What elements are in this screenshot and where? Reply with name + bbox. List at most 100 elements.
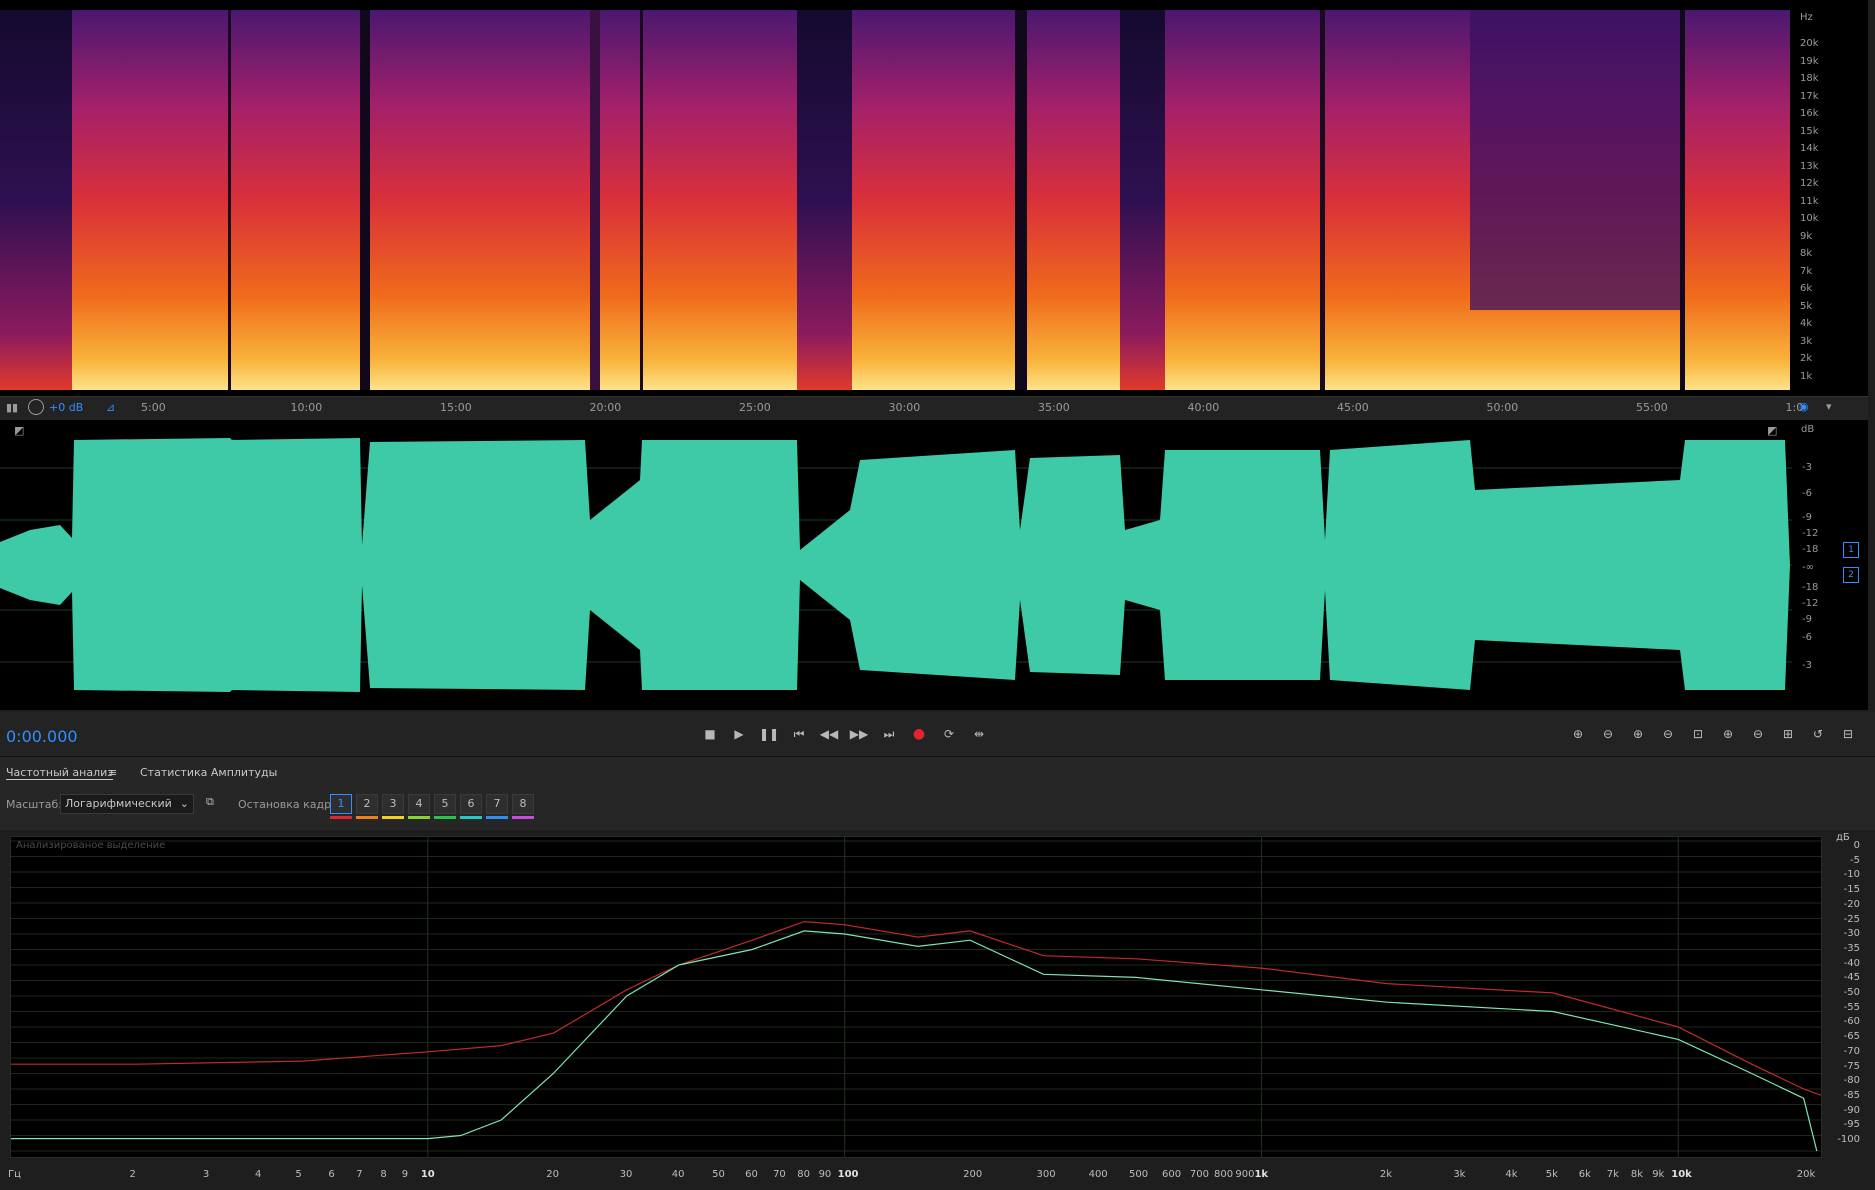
- go-to-end-icon[interactable]: ⏭: [879, 724, 899, 744]
- freq-db-label: -5: [1850, 854, 1860, 866]
- freq-db-label: -10: [1843, 869, 1860, 881]
- ruler-tick: 40:00: [1187, 401, 1220, 414]
- gain-value[interactable]: +0 dB: [49, 401, 83, 414]
- frame-hold-button[interactable]: 8: [512, 794, 534, 814]
- hz-label: 12k: [1800, 178, 1819, 189]
- stop-icon[interactable]: ■: [700, 724, 720, 744]
- freq-axis-label: 40: [671, 1169, 685, 1180]
- resize-corner-right-icon[interactable]: ◩: [1767, 424, 1777, 437]
- tab-menu-icon[interactable]: ≡: [108, 766, 117, 779]
- waveform-db-label: -9: [1802, 512, 1812, 523]
- headphone-icon[interactable]: ◉: [1799, 400, 1809, 413]
- hz-label: 14k: [1800, 143, 1819, 154]
- freq-axis-label: 100: [837, 1169, 859, 1180]
- freq-axis-label: 10: [420, 1169, 435, 1180]
- hz-label: 17k: [1800, 90, 1819, 102]
- zoom-in-time-icon[interactable]: ⊕: [1628, 724, 1648, 744]
- time-ruler[interactable]: ▮▮ +0 dB ⊿ 5:00 10:00 15:00 20:00 25:00 30:00…: [0, 396, 1868, 421]
- freq-axis-label: 30: [619, 1169, 633, 1180]
- level-meter-icon[interactable]: ▮▮: [6, 401, 18, 414]
- hz-label: 9k: [1800, 230, 1813, 242]
- zoom-full-icon[interactable]: ⊡: [1688, 724, 1708, 744]
- frame-hold-button[interactable]: 7: [486, 794, 508, 814]
- timecode-display[interactable]: 0:00.000: [6, 727, 78, 746]
- zoom-in-amplitude-icon[interactable]: ⊕: [1568, 724, 1588, 744]
- skip-selection-icon[interactable]: ⇹: [969, 724, 989, 744]
- hz-label: 10k: [1800, 213, 1819, 224]
- freq-axis-label: 4: [254, 1169, 262, 1180]
- tab-amplitude-statistics[interactable]: Статистика Амплитуды: [140, 766, 277, 779]
- resize-corner-icon[interactable]: ◩: [14, 424, 24, 437]
- freq-db-label: -100: [1837, 1134, 1860, 1145]
- frame-hold-button[interactable]: 2: [356, 794, 378, 814]
- go-to-start-icon[interactable]: ⏮: [789, 724, 809, 744]
- waveform-db-label: -12: [1802, 528, 1819, 539]
- zoom-tracks-icon[interactable]: ⊟: [1838, 724, 1858, 744]
- freq-axis-label: 6: [328, 1169, 335, 1180]
- ruler-tick: 15:00: [440, 401, 472, 414]
- zoom-out-amplitude-icon[interactable]: ⊖: [1598, 724, 1618, 744]
- frame-hold-button[interactable]: 5: [434, 794, 456, 814]
- frame-hold-button[interactable]: 4: [408, 794, 430, 814]
- freq-axis-label: 1k: [1254, 1169, 1269, 1180]
- hz-label: 6k: [1800, 283, 1813, 294]
- waveform-panel[interactable]: ◩ ◩ dB -3 -6 -9 -12 -18 -∞ -18 -12 -9 -6 -3 1 2: [0, 420, 1868, 710]
- copy-icon[interactable]: ⧉: [206, 795, 214, 809]
- freq-db-label: 0: [1853, 840, 1860, 851]
- play-icon[interactable]: ▶: [729, 724, 749, 744]
- frequency-analysis-panel[interactable]: Анализированое выделение: [10, 836, 1822, 1158]
- freq-axis-label: 900: [1235, 1169, 1255, 1180]
- zoom-out-time-icon[interactable]: ⊖: [1658, 724, 1678, 744]
- scale-select[interactable]: Логарифмический ⌄: [60, 794, 194, 814]
- spectrogram-panel[interactable]: Hz 20k 19k 18k 17k 16k 15k 14k 13k 12k 11k 10k 9k 8k…: [0, 0, 1868, 396]
- zoom-reset-icon[interactable]: ↺: [1808, 724, 1828, 744]
- waveform-view[interactable]: [0, 420, 1792, 710]
- spectrogram-view[interactable]: [0, 0, 1790, 390]
- freq-db-label: -30: [1843, 928, 1860, 940]
- pin-icon[interactable]: ⊿: [106, 401, 115, 414]
- hz-unit-label: Hz: [1800, 12, 1813, 23]
- freq-db-label: -20: [1843, 898, 1860, 910]
- waveform-db-label: -3: [1802, 660, 1812, 671]
- scale-select-value: Логарифмический: [65, 797, 172, 810]
- frame-hold-button[interactable]: 3: [382, 794, 404, 814]
- fast-forward-icon[interactable]: ▶▶: [849, 724, 869, 744]
- scale-label: Масштаб:: [6, 798, 62, 811]
- freq-db-label: -80: [1843, 1075, 1860, 1087]
- hz-label: 7k: [1800, 265, 1813, 277]
- chevron-down-icon: ⌄: [179, 797, 189, 810]
- frame-hold-button[interactable]: 1: [330, 794, 352, 814]
- freq-axis-label: 800: [1214, 1169, 1234, 1180]
- record-icon[interactable]: ●: [909, 724, 929, 744]
- hz-label: 18k: [1800, 73, 1819, 84]
- hz-label: 3k: [1800, 335, 1813, 347]
- waveform-db-label: -9: [1802, 614, 1812, 625]
- transport-bar: [0, 712, 1875, 756]
- zoom-in-point-icon[interactable]: ⊕: [1718, 724, 1738, 744]
- analysis-tabs: Частотный анализ ≡ Статистика Амплитуды: [0, 756, 1875, 787]
- freq-axis-label: 9: [401, 1169, 409, 1180]
- marker-icon[interactable]: ▾: [1826, 400, 1832, 413]
- freq-axis-label: 6k: [1578, 1169, 1591, 1180]
- waveform-db-label: -18: [1802, 544, 1819, 555]
- zoom-selection-icon[interactable]: ⊞: [1778, 724, 1798, 744]
- freq-db-label: -65: [1843, 1031, 1860, 1043]
- freq-axis-label: 70: [773, 1169, 786, 1180]
- pause-icon[interactable]: ❚❚: [759, 724, 779, 744]
- rewind-icon[interactable]: ◀◀: [819, 724, 839, 744]
- freq-axis-label: 300: [1036, 1169, 1056, 1180]
- freq-db-label: -90: [1843, 1104, 1860, 1116]
- channel-1-toggle[interactable]: 1: [1843, 542, 1859, 558]
- freq-axis-label: 5: [295, 1169, 302, 1180]
- frame-hold-button[interactable]: 6: [460, 794, 482, 814]
- loop-icon[interactable]: ⟳: [939, 724, 959, 744]
- zoom-out-point-icon[interactable]: ⊖: [1748, 724, 1768, 744]
- hz-label: 5k: [1800, 300, 1813, 312]
- tab-frequency-analysis[interactable]: Частотный анализ: [6, 766, 114, 780]
- channel-2-toggle[interactable]: 2: [1843, 567, 1859, 583]
- hz-label: 11k: [1800, 195, 1819, 207]
- freq-axis-label: 3: [202, 1169, 210, 1180]
- gain-knob-icon[interactable]: [28, 399, 44, 415]
- freq-axis-label: 2: [129, 1169, 136, 1180]
- freq-db-label: -40: [1843, 957, 1860, 969]
